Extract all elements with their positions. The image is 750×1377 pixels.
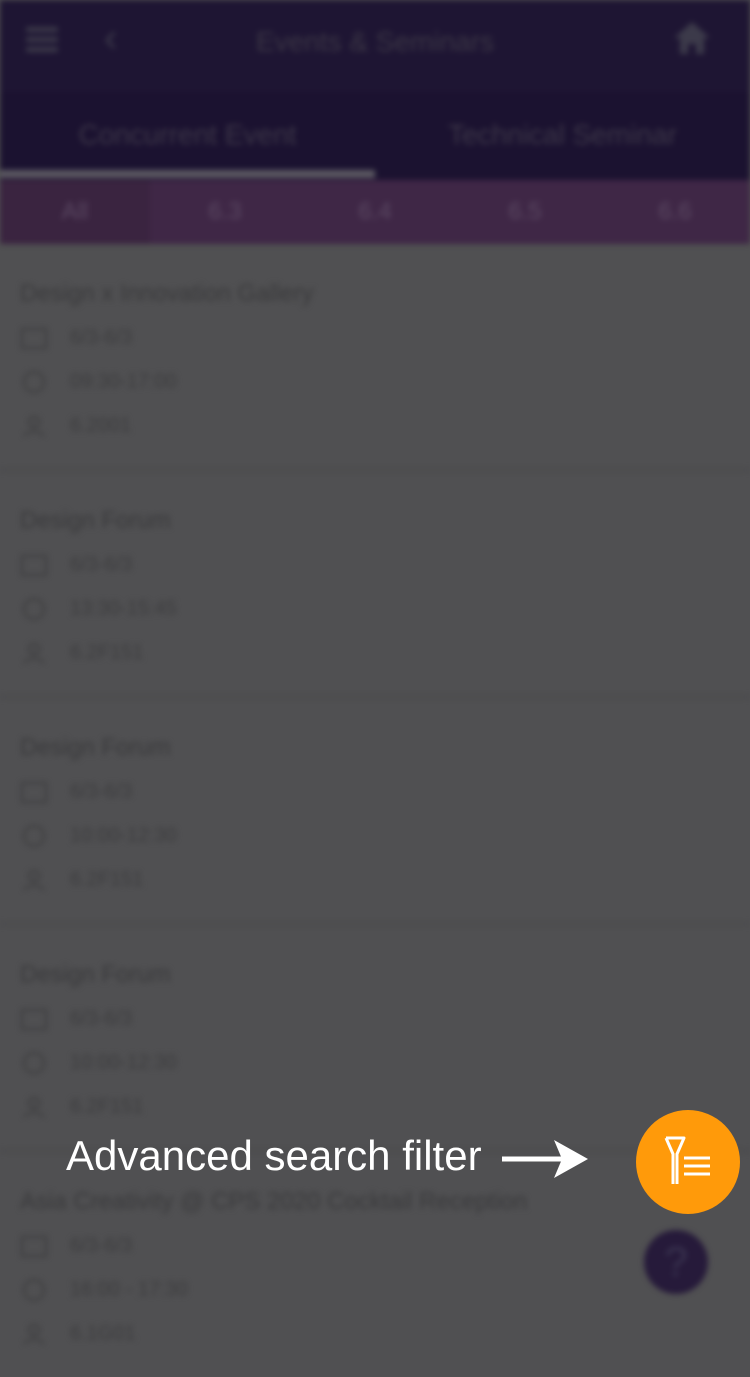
event-name: Design Forum — [20, 507, 171, 534]
list-item[interactable]: Design Forum 6/3-6/3 13:30-15:45 6.2F151 — [0, 471, 750, 698]
event-date: 6/3-6/3 — [70, 1007, 133, 1030]
clock-icon — [23, 598, 45, 620]
list-item[interactable]: Asia Creativity @ CPS 2020 Cocktail Rece… — [0, 1152, 750, 1377]
calendar-icon — [21, 1236, 47, 1257]
event-name: Asia Creativity @ CPS 2020 Cocktail Rece… — [20, 1188, 528, 1215]
home-icon[interactable] — [672, 18, 712, 58]
tab-concurrent-event[interactable]: Concurrent Event — [0, 92, 375, 180]
event-list: Design x Innovation Gallery 6/3-6/3 09:3… — [0, 244, 750, 1377]
advanced-search-filter-label: Advanced search filter — [66, 1132, 482, 1179]
event-location: 6.2001 — [70, 414, 132, 437]
event-name: Design Forum — [20, 734, 171, 761]
advanced-search-filter-button[interactable] — [636, 1110, 740, 1214]
event-time: 09:30-17:00 — [70, 370, 177, 393]
event-date: 6/3-6/3 — [70, 326, 133, 349]
date-tab-6-6[interactable]: 6.6 — [600, 180, 750, 244]
calendar-icon — [21, 1009, 47, 1030]
event-location: 6.2F151 — [70, 1095, 144, 1118]
date-tab-6-4[interactable]: 6.4 — [300, 180, 450, 244]
filter-list-icon — [664, 1136, 710, 1184]
event-location: 6.2F151 — [70, 641, 144, 664]
person-icon — [23, 643, 45, 664]
clock-icon — [23, 371, 45, 393]
person-icon — [23, 1097, 45, 1118]
date-tab-6-5[interactable]: 6.5 — [450, 180, 600, 244]
calendar-icon — [21, 782, 47, 803]
clock-icon — [23, 1279, 45, 1301]
event-time: 10:00-12:30 — [70, 824, 177, 847]
tab-technical-seminar[interactable]: Technical Seminar — [375, 92, 750, 180]
event-name: Design x Innovation Gallery — [20, 280, 314, 307]
page-title: Events & Seminars — [255, 26, 495, 57]
date-tabs: All 6.3 6.4 6.5 6.6 — [0, 180, 750, 244]
event-location: 6.2F151 — [70, 868, 144, 891]
clock-icon — [23, 825, 45, 847]
calendar-icon — [21, 328, 47, 349]
person-icon — [23, 1324, 45, 1345]
list-item[interactable]: Design Forum 6/3-6/3 10:00-12:30 6.2F151 — [0, 925, 750, 1152]
arrow-right-icon — [502, 1140, 588, 1178]
calendar-icon — [21, 555, 47, 576]
person-icon — [23, 870, 45, 891]
person-icon — [23, 416, 45, 437]
event-time: 16:00 - 17:30 — [70, 1278, 188, 1301]
event-date: 6/3-6/3 — [70, 780, 133, 803]
event-time: 13:30-15:45 — [70, 597, 177, 620]
date-tab-all[interactable]: All — [0, 180, 150, 244]
event-name: Design Forum — [20, 961, 171, 988]
list-item[interactable]: Design x Innovation Gallery 6/3-6/3 09:3… — [0, 244, 750, 471]
help-button[interactable]: ? — [644, 1230, 708, 1294]
top-bar: ‹ Events & Seminars — [0, 0, 750, 92]
event-date: 6/3-6/3 — [70, 1234, 133, 1257]
event-date: 6/3-6/3 — [70, 553, 133, 576]
event-location: 6.1G01 — [70, 1322, 136, 1345]
event-time: 10:00-12:30 — [70, 1051, 177, 1074]
date-tab-6-3[interactable]: 6.3 — [150, 180, 300, 244]
list-item[interactable]: Design Forum 6/3-6/3 10:00-12:30 6.2F151 — [0, 698, 750, 925]
clock-icon — [23, 1052, 45, 1074]
main-tabs: Concurrent Event Technical Seminar — [0, 92, 750, 180]
